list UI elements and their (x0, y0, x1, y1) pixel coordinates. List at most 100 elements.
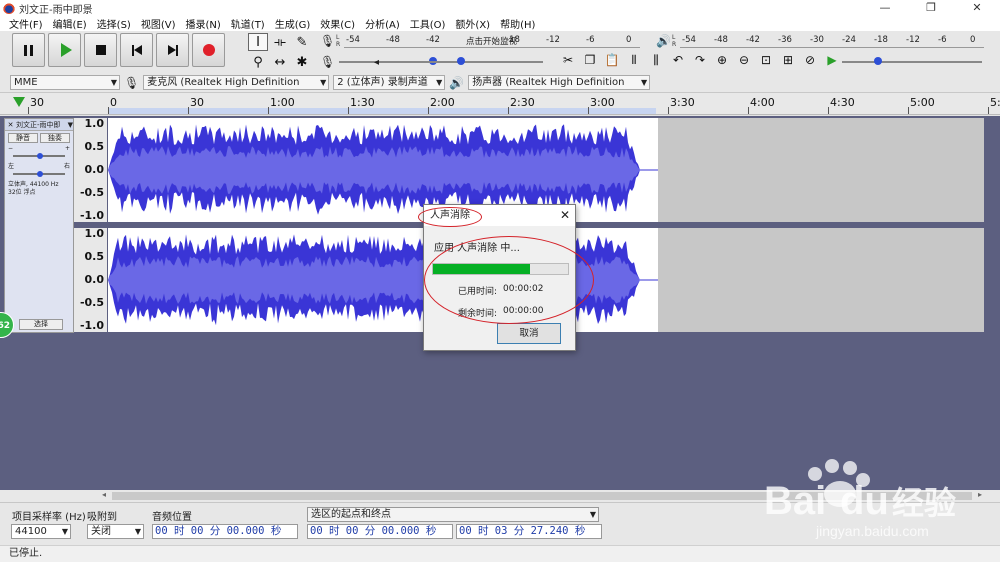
close-window-button[interactable]: ✕ (954, 0, 1000, 16)
gain-thumb[interactable] (37, 153, 43, 159)
gain-slider[interactable] (13, 153, 65, 159)
audio-position-field[interactable]: 00 时 00 分 00.000 秒 (152, 524, 298, 539)
skip-to-end-button[interactable] (156, 33, 189, 67)
menu-item-4[interactable]: 播录(N) (181, 16, 226, 31)
selection-end-field[interactable]: 00 时 03 分 27.240 秒 (456, 524, 602, 539)
play-speed-thumb[interactable] (874, 57, 882, 65)
track-name[interactable]: 刘文正-雨中即 (16, 120, 68, 130)
draw-tool-icon[interactable]: ✎ (292, 33, 312, 51)
chevron-down-icon: ▼ (436, 78, 443, 87)
ruler-label: 2:00 (430, 96, 455, 109)
fit-project-icon[interactable]: ⊞ (778, 51, 798, 69)
chevron-down-icon[interactable]: ▼ (68, 121, 73, 129)
selection-mode-select[interactable]: 选区的起点和终点 ▼ (307, 507, 599, 522)
cut-icon[interactable]: ✂ (558, 51, 578, 69)
meter-tick-label: -12 (546, 35, 560, 45)
menu-item-11[interactable]: 帮助(H) (495, 16, 540, 31)
project-rate-select[interactable]: 44100 ▼ (11, 524, 71, 539)
menu-item-2[interactable]: 选择(S) (92, 16, 136, 31)
envelope-tool-icon[interactable]: ⟛ (270, 33, 290, 51)
ruler-tick (108, 107, 109, 114)
gain-minus-label: − (8, 145, 14, 152)
ruler-label: 5:30 (990, 96, 1000, 109)
skip-start-icon (131, 44, 142, 56)
playback-device-select[interactable]: 扬声器 (Realtek High Definition ▼ (468, 75, 651, 90)
annotation-circle-title (418, 207, 482, 227)
time-shift-tool-icon[interactable]: ↔ (270, 53, 290, 71)
zoom-toggle-icon[interactable]: ⊘ (800, 51, 820, 69)
skip-to-start-button[interactable] (120, 33, 153, 67)
undo-icon[interactable]: ↶ (668, 51, 688, 69)
selection-tool-icon[interactable]: I (248, 33, 268, 51)
trim-icon[interactable]: ⫴ (624, 51, 644, 69)
playback-volume-thumb[interactable] (457, 57, 466, 65)
copy-icon[interactable]: ❐ (580, 51, 600, 69)
play-at-speed-icon[interactable]: ▶ (822, 51, 842, 69)
select-track-button[interactable]: 选择 (19, 319, 63, 330)
watermark-brand-2: du (840, 479, 889, 523)
menu-item-5[interactable]: 轨道(T) (226, 16, 270, 31)
track-info: 立体声, 44100 Hz 32位 浮点 (8, 181, 59, 196)
menu-item-1[interactable]: 编辑(E) (48, 16, 92, 31)
recording-channels-select[interactable]: 2 (立体声) 录制声道 ▼ (333, 75, 446, 90)
chevron-down-icon: ▼ (641, 78, 648, 87)
recording-device-select[interactable]: 麦克风 (Realtek High Definition ▼ (143, 75, 330, 90)
paste-icon[interactable]: 📋 (602, 51, 622, 69)
zoom-out-icon[interactable]: ⊖ (734, 51, 754, 69)
audio-host-select[interactable]: MME ▼ (10, 75, 120, 90)
ruler-label: 5:00 (910, 96, 935, 109)
silence-icon[interactable]: ⫼ (646, 51, 666, 69)
menu-item-9[interactable]: 工具(O) (405, 16, 451, 31)
vertical-scale-left-channel[interactable]: 1.0 0.5 0.0 -0.5 -1.0 (74, 117, 107, 222)
maximize-button[interactable]: ❐ (908, 0, 954, 16)
empty-track-region[interactable] (658, 228, 984, 332)
menu-item-7[interactable]: 效果(C) (315, 16, 360, 31)
status-bar: 已停止. (0, 545, 1000, 562)
ruler-tick (588, 107, 589, 114)
ruler-label: 4:30 (830, 96, 855, 109)
dialog-close-icon[interactable]: ✕ (560, 205, 570, 226)
pan-slider[interactable] (13, 171, 65, 177)
volume-icon: ◂ (374, 56, 380, 68)
playback-volume-slider[interactable]: ◂ (374, 53, 544, 71)
selection-start-field[interactable]: 00 时 00 分 00.000 秒 (307, 524, 453, 539)
playback-meter[interactable]: 🔊 LR -54 -48 -42 -36 -30 -24 -18 -12 -6 0 (656, 33, 984, 49)
snap-to-select[interactable]: 关闭 ▼ (87, 524, 144, 539)
timeline-ruler[interactable]: 30 0 30 1:00 1:30 2:00 2:30 3:00 3:30 4:00 4:30 5:0… (0, 93, 1000, 115)
scale-label: -0.5 (79, 296, 104, 309)
close-track-icon[interactable]: ✕ (5, 121, 16, 129)
vertical-scale-right-channel[interactable]: 1.0 0.5 0.0 -0.5 -1.0 (74, 227, 107, 332)
solo-button[interactable]: 独奏 (40, 133, 70, 143)
menu-item-6[interactable]: 生成(G) (270, 16, 316, 31)
zoom-tool-icon[interactable]: ⚲ (248, 53, 268, 71)
ruler-label: 1:00 (270, 96, 295, 109)
redo-icon[interactable]: ↷ (690, 51, 710, 69)
fit-selection-icon[interactable]: ⊡ (756, 51, 776, 69)
play-speed-slider[interactable] (842, 53, 982, 71)
menu-item-8[interactable]: 分析(A) (360, 16, 405, 31)
menu-item-3[interactable]: 视图(V) (136, 16, 181, 31)
menu-item-0[interactable]: 文件(F) (4, 16, 48, 31)
record-button[interactable] (192, 33, 225, 67)
stop-icon (95, 45, 106, 55)
multi-tool-icon[interactable]: ✱ (292, 53, 312, 71)
scale-label: -0.5 (79, 186, 104, 199)
meter-l-label: L (672, 34, 676, 41)
meter-r-label: R (672, 41, 677, 48)
empty-track-region[interactable] (658, 118, 984, 222)
cancel-button[interactable]: 取消 (497, 323, 561, 344)
pause-button[interactable] (12, 33, 45, 67)
pan-right-label: 右 (63, 163, 70, 170)
minimize-button[interactable]: — (862, 0, 908, 16)
play-head-icon[interactable] (13, 97, 25, 107)
play-button[interactable] (48, 33, 81, 67)
speaker-icon: 🔊 (656, 34, 671, 48)
pan-left-label: 左 (8, 163, 15, 170)
pan-thumb[interactable] (37, 171, 43, 177)
mute-button[interactable]: 静音 (8, 133, 38, 143)
scroll-left-icon[interactable]: ◂ (102, 490, 106, 499)
stop-button[interactable] (84, 33, 117, 67)
zoom-in-icon[interactable]: ⊕ (712, 51, 732, 69)
record-meter[interactable]: 🎙 LR -54 -48 -42 点击开始监视 -18 -12 -6 0 (320, 33, 640, 49)
menu-item-10[interactable]: 额外(X) (450, 16, 495, 31)
